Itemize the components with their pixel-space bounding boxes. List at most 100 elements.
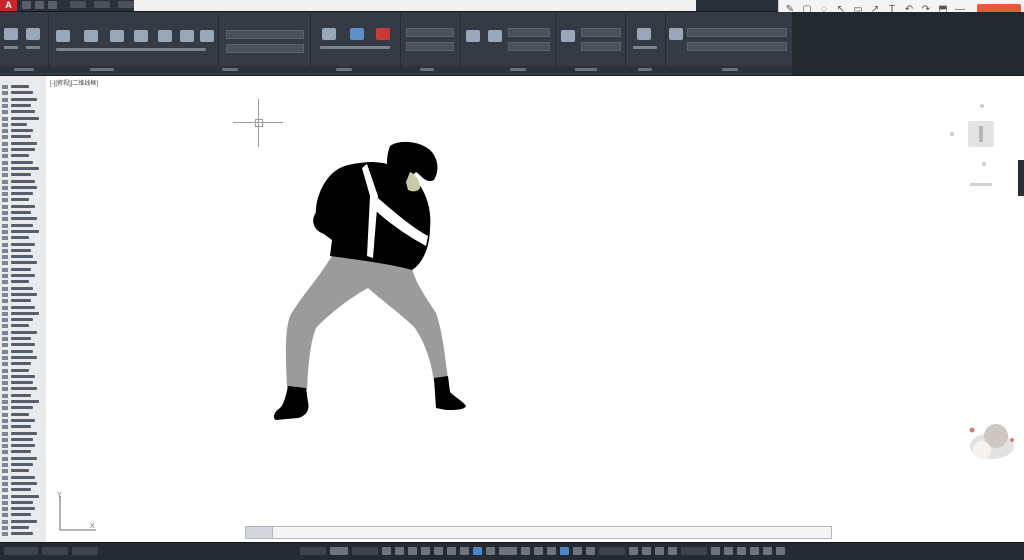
color-dropdown[interactable] bbox=[406, 28, 454, 37]
status-toggle-icon[interactable] bbox=[486, 547, 495, 555]
ribbon-tab[interactable] bbox=[94, 1, 110, 8]
palette-tool-item[interactable] bbox=[2, 141, 44, 146]
palette-tool-item[interactable] bbox=[2, 109, 44, 115]
status-toggle-icon[interactable] bbox=[330, 547, 348, 555]
palette-tool-item[interactable] bbox=[2, 500, 44, 505]
palette-tool-item[interactable] bbox=[2, 475, 44, 480]
status-toggle-icon[interactable] bbox=[655, 547, 664, 555]
palette-tool-item[interactable] bbox=[2, 374, 44, 379]
stretch-tool-icon[interactable] bbox=[110, 30, 124, 42]
new-file-icon[interactable] bbox=[22, 1, 31, 9]
status-toggle-icon[interactable] bbox=[599, 547, 625, 555]
palette-tool-item[interactable] bbox=[2, 431, 44, 436]
palette-tool-item[interactable] bbox=[2, 235, 44, 241]
block-dropdown[interactable] bbox=[508, 28, 550, 37]
palette-tool-item[interactable] bbox=[2, 399, 44, 404]
status-toggle-icon[interactable] bbox=[560, 547, 569, 555]
measure-tool-icon[interactable] bbox=[637, 28, 651, 40]
status-toggle-icon[interactable] bbox=[434, 547, 443, 555]
viewcube[interactable] bbox=[968, 121, 994, 147]
palette-tool-item[interactable] bbox=[2, 90, 44, 96]
palette-tool-item[interactable] bbox=[2, 311, 44, 316]
palette-tool-item[interactable] bbox=[2, 456, 44, 461]
dimension-tool-icon[interactable] bbox=[350, 28, 364, 40]
status-toggle-icon[interactable] bbox=[642, 547, 651, 555]
palette-tool-item[interactable] bbox=[2, 487, 44, 493]
model-tab[interactable] bbox=[4, 547, 38, 555]
status-toggle-icon[interactable] bbox=[499, 547, 517, 555]
status-toggle-icon[interactable] bbox=[521, 547, 530, 555]
palette-tool-item[interactable] bbox=[2, 116, 44, 121]
palette-tool-item[interactable] bbox=[2, 223, 44, 228]
open-file-icon[interactable] bbox=[35, 1, 44, 9]
palette-tool-item[interactable] bbox=[2, 525, 44, 530]
palette-tool-item[interactable] bbox=[2, 468, 44, 474]
ribbon-tab[interactable] bbox=[118, 1, 134, 8]
palette-tool-item[interactable] bbox=[2, 210, 44, 215]
ribbon-tab[interactable] bbox=[70, 1, 86, 8]
group-dropdown[interactable] bbox=[581, 28, 621, 37]
command-line-options-button[interactable] bbox=[246, 527, 273, 538]
palette-tool-item[interactable] bbox=[2, 317, 44, 323]
status-toggle-icon[interactable] bbox=[352, 547, 378, 555]
palette-tool-item[interactable] bbox=[2, 531, 44, 537]
status-toggle-icon[interactable] bbox=[547, 547, 556, 555]
view-dropdown[interactable] bbox=[687, 28, 787, 37]
drawing-canvas[interactable] bbox=[46, 76, 1024, 542]
palette-tool-item[interactable] bbox=[2, 355, 44, 360]
polyline-tool-icon[interactable] bbox=[26, 28, 40, 40]
palette-tool-item[interactable] bbox=[2, 481, 44, 486]
palette-tool-item[interactable] bbox=[2, 386, 44, 392]
palette-tool-item[interactable] bbox=[2, 84, 44, 89]
application-menu-button[interactable]: A bbox=[0, 0, 17, 11]
palette-tool-item[interactable] bbox=[2, 286, 44, 291]
leader-tool-icon[interactable] bbox=[376, 28, 390, 40]
palette-tool-item[interactable] bbox=[2, 494, 44, 499]
base-point-dropdown[interactable] bbox=[687, 42, 787, 51]
palette-tool-item[interactable] bbox=[2, 103, 44, 108]
scale-tool-icon[interactable] bbox=[180, 30, 194, 42]
palette-tool-item[interactable] bbox=[2, 506, 44, 512]
status-toggle-icon[interactable] bbox=[421, 547, 430, 555]
status-toggle-icon[interactable] bbox=[750, 547, 759, 555]
insert-block-icon[interactable] bbox=[466, 30, 480, 42]
palette-tool-item[interactable] bbox=[2, 292, 44, 297]
status-toggle-icon[interactable] bbox=[711, 547, 720, 555]
move-tool-icon[interactable] bbox=[56, 30, 70, 42]
palette-tool-item[interactable] bbox=[2, 512, 44, 518]
status-toggle-icon[interactable] bbox=[629, 547, 638, 555]
layer-dropdown[interactable] bbox=[226, 30, 304, 39]
paste-tool-icon[interactable] bbox=[669, 28, 683, 40]
palette-tool-item[interactable] bbox=[2, 185, 44, 190]
palette-tool-item[interactable] bbox=[2, 323, 44, 329]
viewport-controls[interactable]: [-][俯视][二维线框] bbox=[50, 78, 98, 87]
palette-tool-item[interactable] bbox=[2, 405, 44, 411]
palette-tool-item[interactable] bbox=[2, 462, 44, 467]
save-icon[interactable] bbox=[48, 1, 57, 9]
mirror-tool-icon[interactable] bbox=[158, 30, 172, 42]
palette-tool-item[interactable] bbox=[2, 179, 44, 184]
linetype-dropdown[interactable] bbox=[406, 42, 454, 51]
palette-tool-item[interactable] bbox=[2, 349, 44, 354]
status-toggle-icon[interactable] bbox=[300, 547, 326, 555]
palette-tool-item[interactable] bbox=[2, 273, 44, 278]
layout-tab-1[interactable] bbox=[42, 547, 68, 555]
status-toggle-icon[interactable] bbox=[573, 547, 582, 555]
palette-tool-item[interactable] bbox=[2, 267, 44, 272]
status-toggle-icon[interactable] bbox=[776, 547, 785, 555]
palette-tool-item[interactable] bbox=[2, 204, 44, 209]
palette-tool-item[interactable] bbox=[2, 342, 44, 348]
palette-tool-item[interactable] bbox=[2, 519, 44, 524]
status-toggle-icon[interactable] bbox=[534, 547, 543, 555]
palette-tool-item[interactable] bbox=[2, 172, 44, 178]
status-toggle-icon[interactable] bbox=[395, 547, 404, 555]
palette-tool-item[interactable] bbox=[2, 147, 44, 152]
palette-tool-item[interactable] bbox=[2, 368, 44, 373]
group-tool-icon[interactable] bbox=[561, 30, 575, 42]
palette-tool-item[interactable] bbox=[2, 279, 44, 285]
palette-tool-item[interactable] bbox=[2, 424, 44, 430]
palette-tool-item[interactable] bbox=[2, 229, 44, 234]
ungroup-dropdown[interactable] bbox=[581, 42, 621, 51]
palette-tool-item[interactable] bbox=[2, 254, 44, 260]
status-toggle-icon[interactable] bbox=[408, 547, 417, 555]
